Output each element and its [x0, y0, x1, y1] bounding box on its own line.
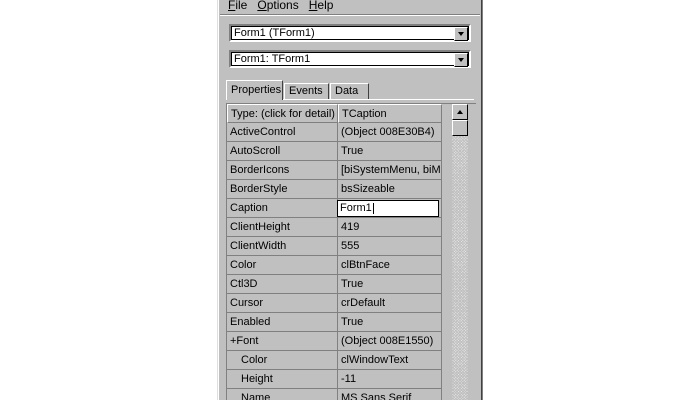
property-value[interactable]: (Object 008E1550) — [338, 332, 442, 351]
component-selector-dropdown-button[interactable] — [454, 27, 468, 41]
property-name[interactable]: Height — [227, 370, 338, 389]
property-value-text: Form1 — [340, 202, 372, 214]
chevron-down-icon — [458, 32, 464, 36]
header-type-label[interactable]: Type: (click for detail) — [227, 104, 338, 123]
arrow-up-icon — [457, 110, 463, 114]
property-grid: Type: (click for detail) TCaption Active… — [226, 103, 476, 400]
property-value[interactable]: 419 — [338, 218, 442, 237]
property-name[interactable]: Name — [227, 389, 338, 400]
object-selector-combo[interactable]: Form1: TForm1 — [229, 50, 471, 68]
property-value[interactable]: bsSizeable — [338, 180, 442, 199]
menu-file-label: ile — [235, 0, 248, 12]
menu-separator — [220, 14, 480, 16]
property-value-editor[interactable]: Form1 — [337, 200, 439, 217]
property-name[interactable]: Ctl3D — [227, 275, 338, 294]
property-row[interactable]: Color clBtnFace — [227, 256, 442, 275]
property-value[interactable]: MS Sans Serif — [338, 389, 442, 400]
property-name[interactable]: Color — [227, 256, 338, 275]
property-row[interactable]: BorderStyle bsSizeable — [227, 180, 442, 199]
menu-options-label: ptions — [266, 0, 299, 12]
property-name[interactable]: ActiveControl — [227, 123, 338, 142]
property-row[interactable]: ClientWidth 555 — [227, 237, 442, 256]
property-value[interactable]: crDefault — [338, 294, 442, 313]
property-value[interactable]: True — [338, 142, 442, 161]
property-row[interactable]: Height -11 — [227, 370, 442, 389]
property-value[interactable]: (Object 008E30B4) — [338, 123, 442, 142]
header-type-value: TCaption — [338, 104, 442, 123]
menu-bar: File Options Help — [226, 0, 341, 14]
property-name[interactable]: BorderIcons — [227, 161, 338, 180]
vertical-scrollbar[interactable] — [452, 104, 468, 400]
property-value[interactable]: clBtnFace — [338, 256, 442, 275]
property-name[interactable]: AutoScroll — [227, 142, 338, 161]
property-row[interactable]: AutoScroll True — [227, 142, 442, 161]
menu-help[interactable]: Help — [307, 0, 342, 14]
component-selector-value: Form1 (TForm1) — [234, 27, 315, 39]
property-value[interactable]: clWindowText — [338, 351, 442, 370]
object-selector-value: Form1: TForm1 — [234, 53, 311, 65]
menu-options-accelerator: O — [257, 0, 267, 12]
menu-file[interactable]: File — [226, 0, 255, 14]
tab-data[interactable]: Data — [330, 83, 369, 99]
menu-options[interactable]: Options — [255, 0, 306, 14]
object-selector-dropdown-button[interactable] — [454, 53, 468, 67]
component-selector-combo[interactable]: Form1 (TForm1) — [229, 24, 471, 42]
property-name[interactable]: ClientHeight — [227, 218, 338, 237]
property-row[interactable]: BorderIcons [biSystemMenu, biMin — [227, 161, 442, 180]
property-row[interactable]: Ctl3D True — [227, 275, 442, 294]
tab-properties[interactable]: Properties — [226, 80, 283, 100]
property-row[interactable]: ClientHeight 419 — [227, 218, 442, 237]
property-row[interactable]: Color clWindowText — [227, 351, 442, 370]
scrollbar-thumb[interactable] — [452, 120, 468, 136]
grid-right-gutter — [442, 104, 452, 400]
object-inspector-window: File Options Help Form1 (TForm1) Form1: … — [217, 0, 483, 400]
menu-help-label: elp — [317, 0, 334, 12]
property-row[interactable]: Name MS Sans Serif — [227, 389, 442, 400]
property-name[interactable]: Enabled — [227, 313, 338, 332]
property-name[interactable]: ClientWidth — [227, 237, 338, 256]
property-name[interactable]: +Font — [227, 332, 338, 351]
property-row[interactable]: Caption Form1 — [227, 199, 442, 218]
property-name[interactable]: BorderStyle — [227, 180, 338, 199]
property-value[interactable]: -11 — [338, 370, 442, 389]
chevron-down-icon — [458, 58, 464, 62]
property-name[interactable]: Color — [227, 351, 338, 370]
property-name[interactable]: Caption — [227, 199, 338, 218]
scroll-up-button[interactable] — [452, 104, 468, 120]
property-row[interactable]: ActiveControl (Object 008E30B4) — [227, 123, 442, 142]
property-value[interactable]: [biSystemMenu, biMin — [338, 161, 442, 180]
property-row[interactable]: Enabled True — [227, 313, 442, 332]
property-value[interactable]: 555 — [338, 237, 442, 256]
property-row[interactable]: +Font (Object 008E1550) — [227, 332, 442, 351]
property-value[interactable]: True — [338, 275, 442, 294]
property-grid-header: Type: (click for detail) TCaption — [227, 104, 442, 123]
text-caret — [372, 202, 374, 214]
tab-events[interactable]: Events — [284, 83, 329, 99]
property-row[interactable]: Cursor crDefault — [227, 294, 442, 313]
property-name[interactable]: Cursor — [227, 294, 338, 313]
property-value[interactable]: True — [338, 313, 442, 332]
